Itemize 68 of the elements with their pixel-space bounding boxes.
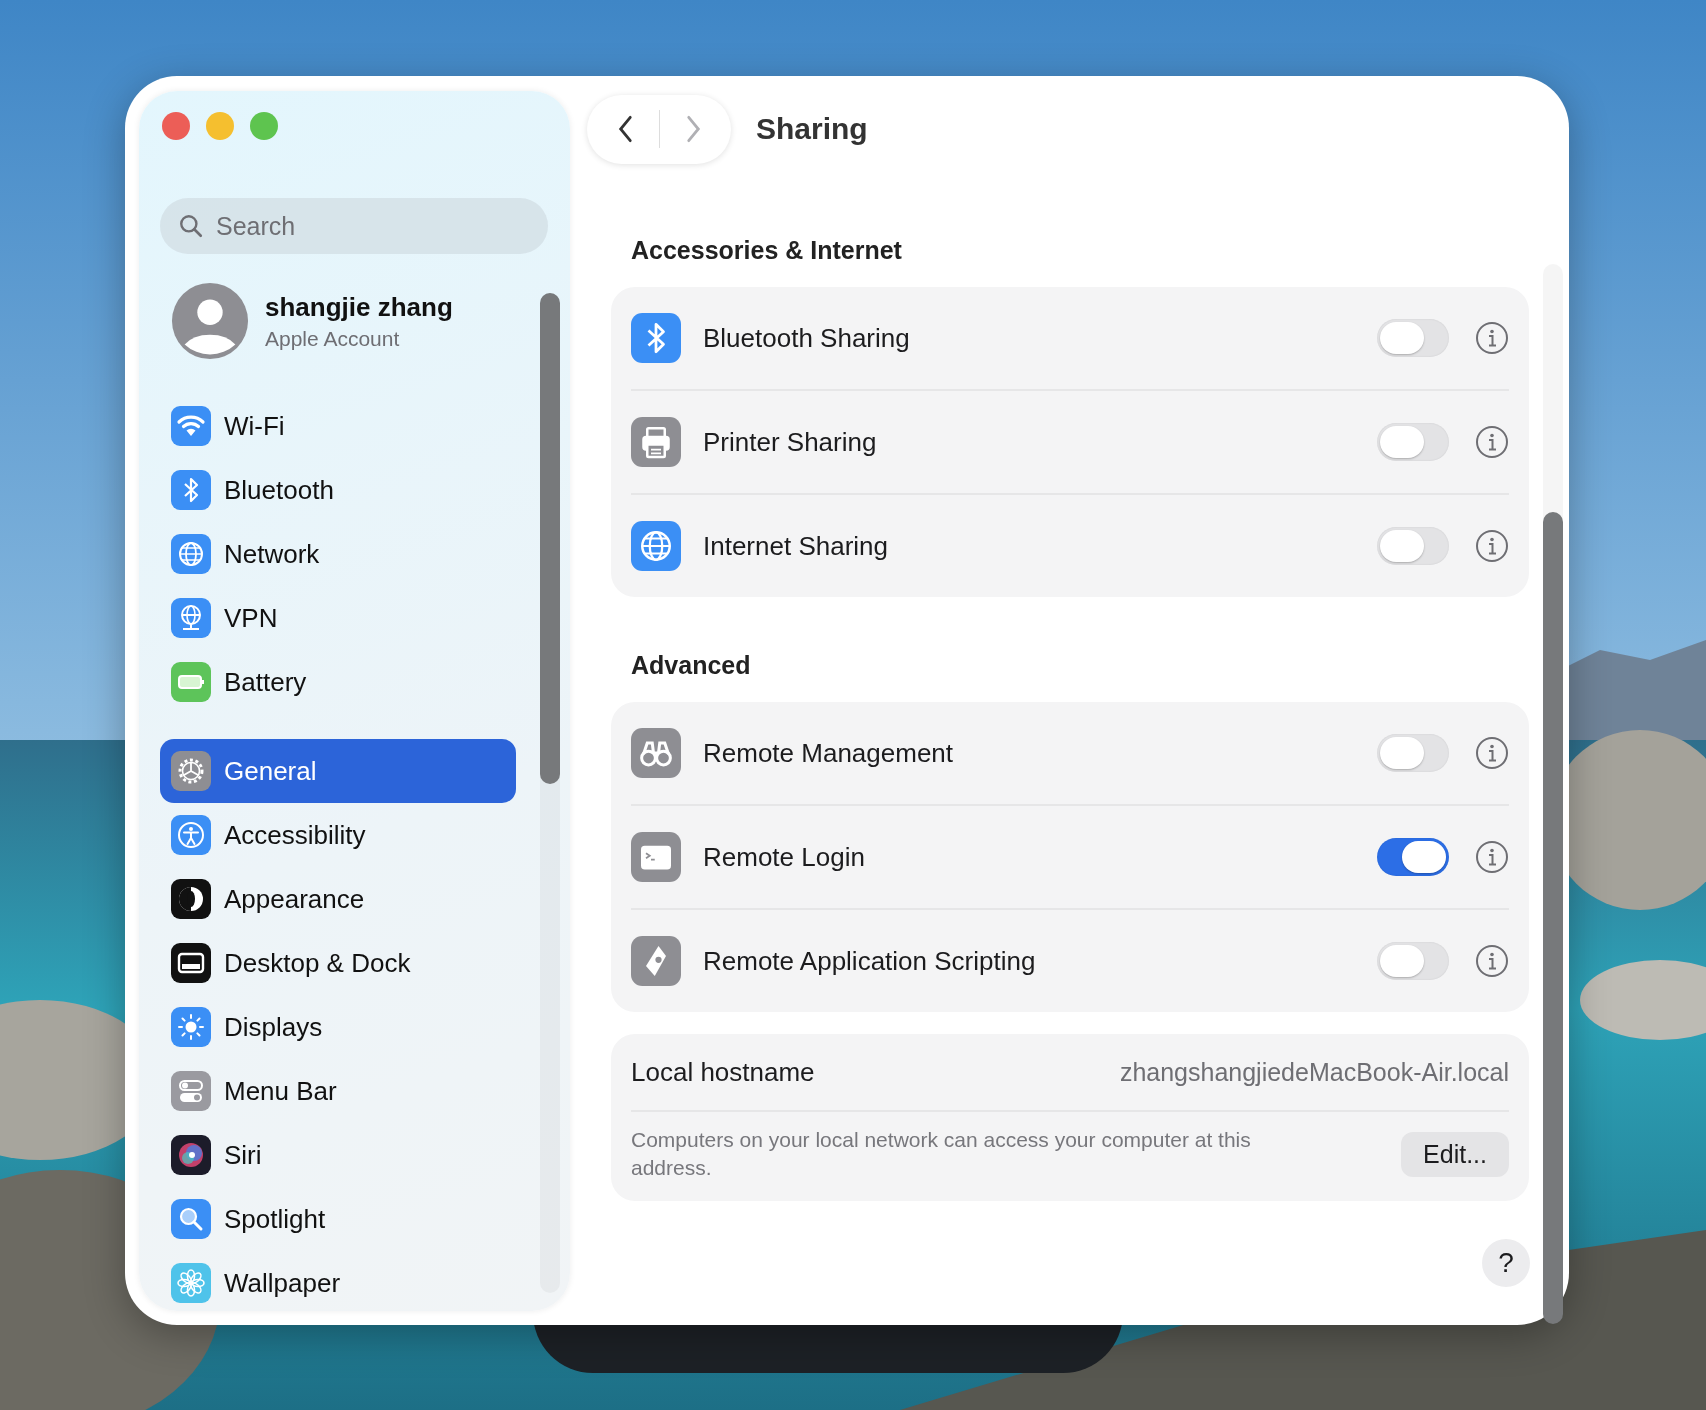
sidebar-item[interactable]: Network <box>160 522 516 586</box>
info-icon[interactable] <box>1475 529 1509 563</box>
bluetooth-icon <box>631 313 681 363</box>
sidebar-item[interactable]: Appearance <box>160 867 516 931</box>
setting-label: Remote Management <box>703 737 955 769</box>
close-button[interactable] <box>162 112 190 140</box>
zoom-button[interactable] <box>250 112 278 140</box>
printer-icon <box>631 417 681 467</box>
info-icon[interactable] <box>1475 736 1509 770</box>
account-name[interactable]: shangjie zhang <box>265 291 453 323</box>
globe-stand-icon <box>171 598 211 638</box>
toggles-icon <box>171 1071 211 1111</box>
scrollbar[interactable] <box>540 293 560 1293</box>
hostname-note: Computers on your local network can access your computer at this address. <box>631 1127 1252 1182</box>
search-icon <box>178 213 204 239</box>
wifi-icon <box>171 406 211 446</box>
info-icon[interactable] <box>1475 425 1509 459</box>
toggle-switch[interactable] <box>1377 319 1449 357</box>
setting-label: Remote Login <box>703 841 866 873</box>
gear-icon <box>171 751 211 791</box>
sidebar-item[interactable]: Wallpaper <box>160 1251 516 1311</box>
scrollbar[interactable] <box>1543 264 1563 1324</box>
sidebar-item[interactable]: Spotlight <box>160 1187 516 1251</box>
magnifier-icon <box>171 1199 211 1239</box>
setting-label: Bluetooth Sharing <box>703 322 911 354</box>
bluetooth-icon <box>171 470 211 510</box>
edit-button[interactable]: Edit... <box>1401 1131 1509 1177</box>
flower-icon <box>171 1263 211 1303</box>
orb-icon <box>171 1135 211 1175</box>
avatar-icon[interactable] <box>171 282 249 360</box>
hostname-value: zhangshangjiedeMacBook-Air.local <box>1119 1057 1509 1087</box>
accessibility-icon <box>171 815 211 855</box>
sidebar-item[interactable]: Battery <box>160 650 516 714</box>
dock-icon <box>171 943 211 983</box>
toggle-switch[interactable] <box>1377 734 1449 772</box>
setting-label: Printer Sharing <box>703 426 878 458</box>
help-button[interactable]: ? <box>1482 1238 1530 1287</box>
window-title: Sharing <box>756 112 868 146</box>
sidebar-item[interactable]: Accessibility <box>160 803 516 867</box>
sidebar-item[interactable]: Displays <box>160 995 516 1059</box>
globe-icon <box>171 534 211 574</box>
hostname-label: Local hostname <box>631 1056 816 1088</box>
binoculars-icon <box>631 728 681 778</box>
sidebar-item[interactable]: Siri <box>160 1123 516 1187</box>
account-subtitle: Apple Account <box>265 326 401 351</box>
toggle-switch[interactable] <box>1377 527 1449 565</box>
sidebar-item[interactable]: Desktop & Dock <box>160 931 516 995</box>
sidebar-item[interactable]: General <box>160 739 516 803</box>
search-field[interactable]: Search <box>160 198 548 254</box>
setting-label: Remote Application Scripting <box>703 945 1037 977</box>
toggle-switch[interactable] <box>1377 942 1449 980</box>
sidebar-item[interactable]: Wi-Fi <box>160 394 516 458</box>
section-title: Advanced <box>631 651 752 680</box>
section-title: Accessories & Internet <box>631 236 903 265</box>
sidebar-item[interactable]: Menu Bar <box>160 1059 516 1123</box>
toggle-switch[interactable] <box>1377 838 1449 876</box>
info-icon[interactable] <box>1475 840 1509 874</box>
setting-label: Internet Sharing <box>703 530 889 562</box>
globe-icon <box>631 521 681 571</box>
sidebar-item[interactable]: Bluetooth <box>160 458 516 522</box>
sidebar-item[interactable]: VPN <box>160 586 516 650</box>
terminal-icon <box>631 832 681 882</box>
sun-icon <box>171 1007 211 1047</box>
info-icon[interactable] <box>1475 321 1509 355</box>
battery-icon <box>171 662 211 702</box>
info-icon[interactable] <box>1475 944 1509 978</box>
toggle-switch[interactable] <box>1377 423 1449 461</box>
script-icon <box>631 936 681 986</box>
